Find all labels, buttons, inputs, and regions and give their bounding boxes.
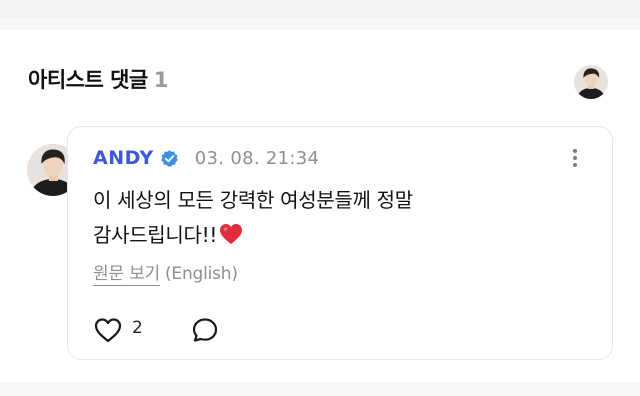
section-title-text: 아티스트 댓글 (28, 68, 148, 92)
top-divider (0, 0, 640, 18)
verified-badge-icon (160, 149, 178, 167)
comment-text-line-2: 감사드립니다!! (93, 218, 563, 253)
heart-outline-icon (94, 318, 122, 343)
comment-text: 이 세상의 모든 강력한 여성분들께 정말 감사드립니다!! (93, 183, 563, 253)
more-dot (573, 163, 577, 167)
author-name[interactable]: ANDY (93, 147, 154, 169)
reply-button[interactable] (191, 316, 219, 344)
comment-count: 1 (153, 68, 169, 92)
more-dot (573, 156, 577, 160)
more-vertical-icon (573, 149, 577, 153)
bottom-divider (0, 382, 640, 396)
speech-bubble-icon (192, 318, 218, 342)
comment-text-line: 이 세상의 모든 강력한 여성분들께 정말 (93, 188, 413, 212)
view-original-label[interactable]: 원문 보기 (93, 264, 160, 286)
red-heart-emoji-icon (220, 224, 243, 244)
comment-timestamp: 03. 08. 21:34 (194, 147, 320, 169)
artist-avatar[interactable] (574, 65, 608, 99)
comment-header: ANDY 03. 08. 21:34 (93, 147, 319, 169)
like-count: 2 (132, 318, 143, 338)
view-original-link[interactable]: 원문 보기 (English) (93, 259, 238, 286)
more-options-button[interactable] (569, 149, 581, 171)
comment-text-line: 감사드립니다!! (93, 223, 218, 247)
top-divider-light (0, 18, 640, 30)
comment-card: ANDY 03. 08. 21:34 이 세상의 모든 강력한 여성분들께 정말… (67, 126, 613, 360)
original-language-label: (English) (164, 264, 238, 284)
like-button[interactable] (94, 317, 122, 343)
section-title: 아티스트 댓글 1 (28, 64, 168, 94)
